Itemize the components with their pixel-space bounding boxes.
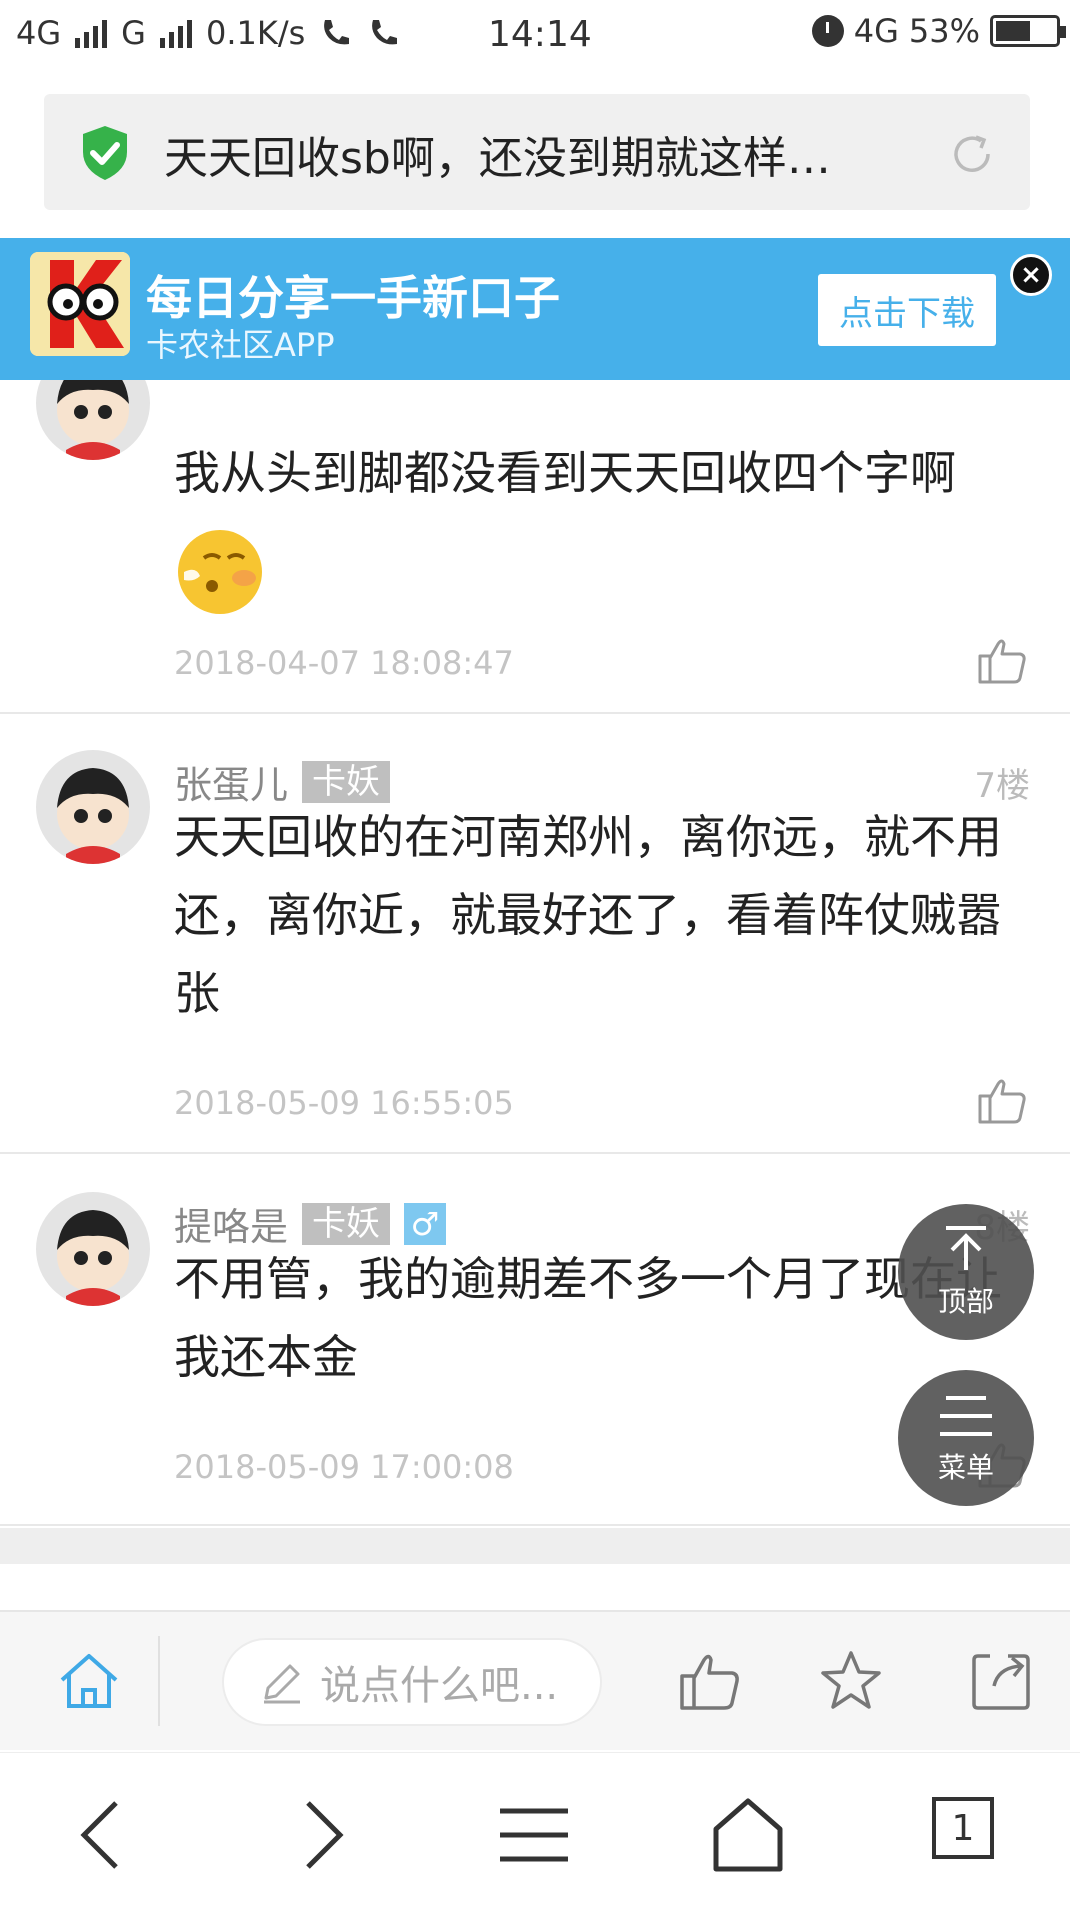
divider [158,1636,160,1726]
comment-item: 张蛋儿 卡妖 7楼 天天回收的在河南郑州，离你远，就不用还，离你近，就最好还了，… [0,714,1070,1154]
url-bar[interactable]: 天天回收sb啊，还没到期就这样… [44,94,1030,210]
menu-button[interactable]: 菜单 [898,1370,1034,1506]
banner-title: 每日分享一手新口子 [146,271,560,325]
share-icon[interactable] [968,1648,1034,1714]
download-button[interactable]: 点击下载 [818,274,996,346]
comment-item: 我从头到脚都没看到天天回收四个字啊 2018-04-07 18:08:47 [0,380,1070,714]
section-divider [0,1528,1070,1564]
net-speed-label: 0.1K/s [205,14,306,52]
comment-text: 我从头到脚都没看到天天回收四个字啊 [174,446,956,500]
comment-time: 2018-05-09 17:00:08 [174,1448,514,1486]
forward-icon[interactable] [282,1795,362,1875]
thumbs-up-icon[interactable] [976,634,1028,686]
pencil-icon [264,1664,300,1704]
level-badge: 卡妖 [302,760,391,803]
battery-icon [990,15,1066,47]
battery-percent: 53% [908,12,980,50]
post-action-bar: 说点什么吧... [0,1610,1070,1750]
screen: 4G G 0.1K/s 14:14 4G 53% 天天回收sb啊，还没到期就这样… [0,0,1080,1920]
comment-placeholder: 说点什么吧... [320,1663,559,1709]
network-4g-right-label: 4G [853,12,899,50]
thumbs-up-icon[interactable] [976,1074,1028,1126]
signal-icon [159,18,192,48]
app-logo [30,252,130,356]
star-icon[interactable] [818,1648,884,1714]
browser-nav-bar: 1 [0,1752,1080,1920]
home-icon[interactable] [708,1795,788,1875]
arrow-up-icon [946,1226,986,1270]
close-icon[interactable]: × [1010,254,1052,296]
level-badge: 卡妖 [302,1202,391,1245]
call-icon [372,20,398,45]
banner-subtitle: 卡农社区APP [146,326,335,364]
avatar[interactable] [36,1192,150,1306]
back-to-top-label: 顶部 [937,1285,994,1318]
emoji-icon [178,530,262,614]
comment-time: 2018-04-07 18:08:47 [174,644,514,682]
network-g-label: G [121,14,146,52]
network-4g-label: 4G [16,14,62,52]
status-bar: 4G G 0.1K/s 14:14 4G 53% [0,0,1080,72]
shield-check-icon [83,126,127,180]
thumbs-up-icon[interactable] [676,1648,742,1714]
page-title: 天天回收sb啊，还没到期就这样… [164,133,831,184]
avatar[interactable] [36,380,150,460]
male-gender-icon: ♂ [404,1202,447,1245]
home-icon[interactable] [58,1652,120,1710]
back-icon[interactable] [62,1795,142,1875]
alarm-icon [811,15,844,47]
menu-lines-icon[interactable] [494,1795,574,1875]
comment-input[interactable]: 说点什么吧... [222,1638,602,1726]
back-to-top-button[interactable]: 顶部 [898,1204,1034,1340]
clock: 14:14 [488,14,592,55]
tab-count-button[interactable]: 1 [932,1797,994,1859]
menu-label: 菜单 [937,1451,994,1484]
comment-text: 天天回收的在河南郑州，离你远，就不用还，离你近，就最好还了，看着阵仗贼嚣张 [174,810,1002,1020]
menu-icon [940,1396,992,1436]
avatar[interactable] [36,750,150,864]
reload-icon[interactable] [950,132,994,176]
signal-icon [75,18,108,48]
app-promo-banner[interactable]: 每日分享一手新口子 卡农社区APP 点击下载 [0,238,1070,380]
call-icon [324,20,350,45]
comment-time: 2018-05-09 16:55:05 [174,1084,514,1122]
